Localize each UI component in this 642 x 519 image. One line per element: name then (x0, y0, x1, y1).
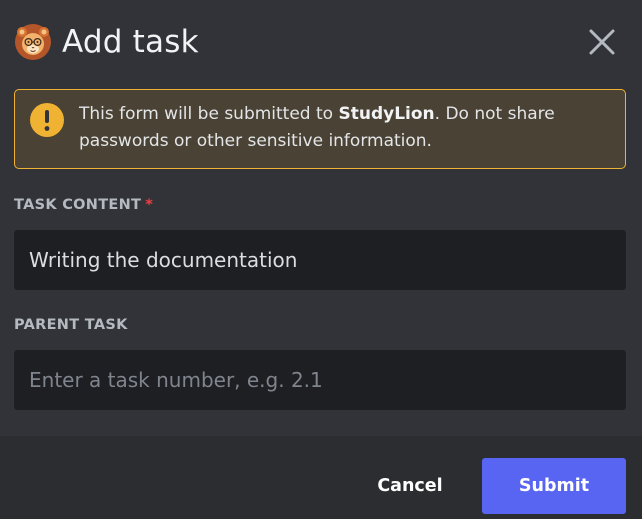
task-content-label-text: TASK CONTENT (14, 197, 142, 213)
exclamation-icon (30, 103, 64, 137)
task-content-input[interactable] (14, 230, 626, 290)
modal-header: Add task (14, 22, 199, 62)
warning-text-prefix: This form will be submitted to (79, 104, 339, 124)
parent-task-label-text: PARENT TASK (14, 317, 128, 333)
cancel-button[interactable]: Cancel (360, 458, 460, 514)
modal-title: Add task (62, 24, 199, 60)
warning-app-name: StudyLion (338, 104, 435, 124)
modal-footer: Cancel Submit (0, 436, 642, 519)
lion-avatar-icon (15, 24, 51, 60)
parent-task-input[interactable] (14, 350, 626, 410)
parent-task-label: PARENT TASK (14, 317, 128, 333)
required-marker: * (145, 197, 154, 213)
add-task-modal: Add task This form will be submitted to … (0, 0, 642, 519)
submit-button[interactable]: Submit (482, 458, 626, 514)
warning-text: This form will be submitted to StudyLion… (79, 101, 609, 155)
task-content-label: TASK CONTENT * (14, 197, 153, 213)
close-icon[interactable] (586, 26, 618, 58)
warning-banner: This form will be submitted to StudyLion… (14, 89, 626, 169)
